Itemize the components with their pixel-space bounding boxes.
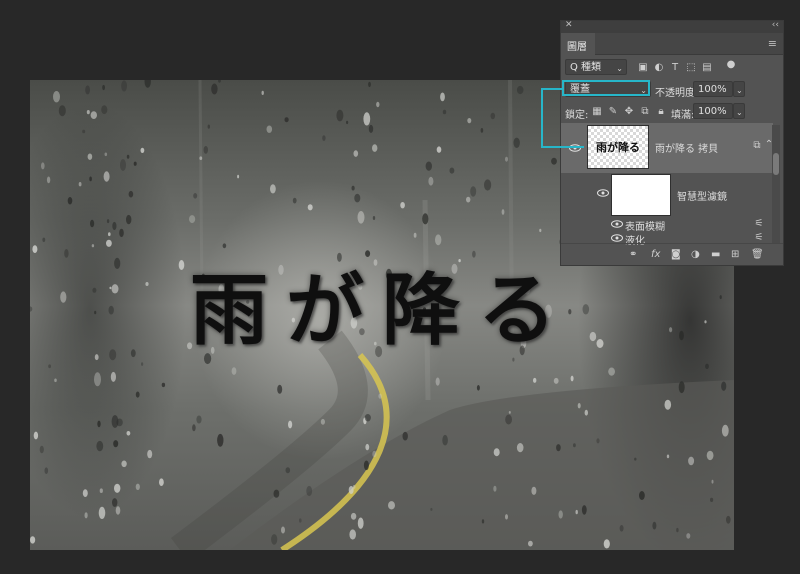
blend-mode-callout (562, 80, 650, 96)
lock-row: 鎖定: ▦ ✎ ✥ ⧉ 🔒︎ 填滿: 100% ⌄ (561, 101, 783, 121)
opacity-dropdown[interactable]: ⌄ (733, 81, 745, 97)
fill-dropdown[interactable]: ⌄ (733, 103, 745, 119)
chevron-down-icon: ⌄ (616, 64, 623, 73)
visibility-eye-icon[interactable] (611, 220, 623, 228)
filter-options-icon[interactable]: ⚟ (753, 218, 765, 230)
new-layer-icon[interactable]: ⊞ (731, 249, 739, 260)
pixel-filter-icon[interactable]: ▣ (637, 62, 649, 74)
shape-filter-icon[interactable]: ⬚ (685, 62, 697, 74)
layers-bottom-bar: ⚭ fx ◙ ◑ ▬ ⊞ 🗑︎ (561, 243, 783, 265)
layers-scrollbar[interactable] (772, 125, 780, 243)
panel-topbar: ✕ ‹‹ (561, 20, 783, 33)
tab-layers[interactable]: 圖層 (561, 33, 595, 55)
visibility-eye-icon[interactable] (611, 234, 623, 242)
chevron-down-icon: ⌄ (736, 108, 743, 117)
fx-icon[interactable]: fx (651, 249, 660, 260)
opacity-value: 100% (698, 84, 727, 95)
filter-kind-label: Q 種類 (570, 62, 602, 73)
panel-menu-icon[interactable]: ≡ (768, 37, 777, 50)
tab-bar: 圖層 ≡ (561, 33, 783, 55)
smart-object-filter-icon[interactable]: ▤ (701, 62, 713, 74)
type-filter-icon[interactable]: T (669, 62, 681, 74)
filter-row-surface-blur[interactable]: 表面模糊 ⚟ (561, 217, 773, 233)
filter-mask-thumbnail (611, 174, 671, 216)
collapse-panel-icon[interactable]: ‹‹ (772, 20, 779, 30)
lock-image-icon[interactable]: ✎ (607, 106, 619, 118)
close-panel-icon[interactable]: ✕ (565, 20, 573, 30)
opacity-input[interactable]: 100% (693, 81, 733, 97)
link-layers-icon[interactable]: ⚭ (629, 249, 637, 260)
adjustment-layer-icon[interactable]: ◑ (691, 249, 700, 260)
fill-input[interactable]: 100% (693, 103, 733, 119)
fill-value: 100% (698, 106, 727, 117)
lock-position-icon[interactable]: ✥ (623, 106, 635, 118)
layer-row-text-copy[interactable]: 雨が降る 雨が降る 拷貝 ⧉ ⌃ (561, 123, 773, 173)
layer-name: 雨が降る 拷貝 (655, 144, 719, 155)
filter-kind-select[interactable]: Q 種類 ⌄ (565, 59, 627, 75)
adjustment-filter-icon[interactable]: ◐ (653, 62, 665, 74)
fill-label: 填滿: (671, 110, 695, 121)
visibility-eye-icon[interactable] (597, 189, 609, 197)
layer-name: 智慧型濾鏡 (677, 192, 727, 203)
add-mask-icon[interactable]: ◙ (671, 249, 681, 260)
layer-row-smart-filter[interactable]: 智慧型濾鏡 (561, 173, 773, 217)
layer-thumbnail: 雨が降る (587, 125, 649, 169)
smart-filter-badge-icon: ⧉ (753, 140, 761, 151)
opacity-label: 不透明度: (655, 88, 699, 99)
filter-toggle-icon[interactable]: ● (725, 59, 737, 71)
lock-transparency-icon[interactable]: ▦ (591, 106, 603, 118)
visibility-eye-icon[interactable] (569, 144, 581, 152)
layers-panel: ✕ ‹‹ 圖層 ≡ Q 種類 ⌄ ▣ ◐ T ⬚ ▤ ● 覆蓋 ⌄ 不透明度: … (560, 20, 784, 266)
filter-row: Q 種類 ⌄ ▣ ◐ T ⬚ ▤ ● (561, 57, 783, 77)
scrollbar-thumb[interactable] (773, 153, 779, 175)
trash-icon[interactable]: 🗑︎ (751, 249, 764, 260)
lock-artboard-icon[interactable]: ⧉ (639, 106, 651, 118)
chevron-down-icon: ⌄ (736, 86, 743, 95)
lock-label: 鎖定: (565, 110, 589, 121)
lock-all-icon[interactable]: 🔒︎ (655, 106, 667, 118)
new-group-icon[interactable]: ▬ (711, 249, 720, 260)
